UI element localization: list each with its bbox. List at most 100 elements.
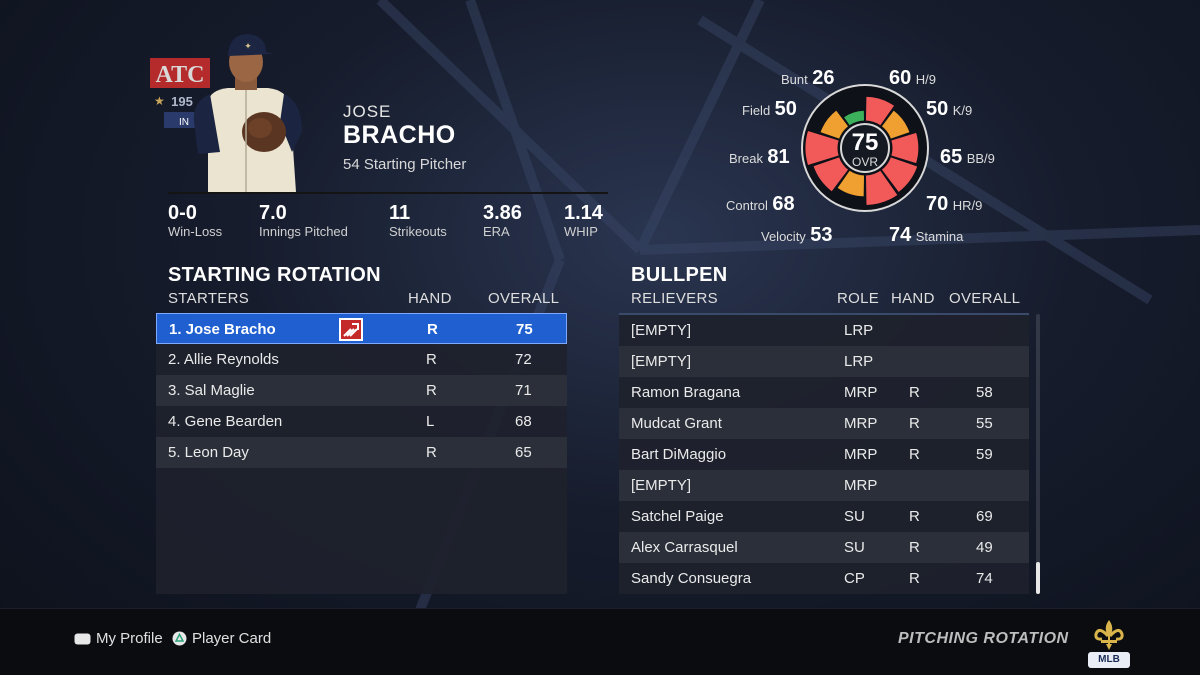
reliever-overall: 58: [976, 384, 993, 401]
stat-win-loss: 0-0 Win-Loss: [168, 202, 222, 239]
hot-streak-icon: [339, 318, 363, 341]
mlb-badge: MLB: [1088, 652, 1130, 668]
reliever-overall: 49: [976, 539, 993, 556]
col-overall: OVERALL: [949, 290, 1021, 307]
starter-overall: 71: [515, 382, 532, 399]
stat-era: 3.86 ERA: [483, 202, 522, 239]
rotation-list: 1. Jose Bracho R 75 2. Allie Reynolds R …: [156, 313, 567, 594]
reliever-hand: R: [909, 570, 920, 587]
reliever-name: Ramon Bragana: [631, 384, 741, 401]
starter-hand: R: [426, 382, 437, 399]
reliever-name: Alex Carrasquel: [631, 539, 738, 556]
rotation-row-4[interactable]: 4. Gene Bearden L 68: [156, 406, 567, 437]
reliever-role: MRP: [844, 415, 878, 432]
starter-hand: L: [426, 413, 435, 430]
reliever-name: Mudcat Grant: [631, 415, 722, 432]
reliever-overall: 59: [976, 446, 993, 463]
reliever-overall: 74: [976, 570, 993, 587]
reliever-role: CP: [844, 570, 865, 587]
bullpen-row-2[interactable]: [EMPTY] LRP: [619, 346, 1029, 377]
starter-overall: 65: [515, 444, 532, 461]
rotation-row-5[interactable]: 5. Leon Day R 65: [156, 437, 567, 468]
stat-whip: 1.14 WHIP: [564, 202, 603, 239]
player-card-hint[interactable]: Player Card: [172, 630, 271, 647]
player-last-name: BRACHO: [343, 121, 456, 149]
reliever-name: [EMPTY]: [631, 322, 692, 339]
screen-title: PITCHING ROTATION: [898, 630, 1069, 647]
rotation-row-2[interactable]: 2. Allie Reynolds R 72: [156, 344, 567, 375]
stat-label: Innings Pitched: [259, 224, 348, 239]
rotation-title: STARTING ROTATION: [168, 264, 381, 286]
bullpen-title: BULLPEN: [631, 264, 728, 286]
starter-name: 5. Leon Day: [168, 444, 249, 461]
starter-overall: 75: [516, 321, 533, 338]
player-number-position: 54 Starting Pitcher: [343, 156, 467, 173]
starter-hand: R: [426, 351, 437, 368]
stat-label: WHIP: [564, 224, 598, 239]
player-first-name: JOSE: [343, 102, 392, 121]
stat-value: 1.14: [564, 202, 603, 224]
col-hand: HAND: [408, 290, 452, 307]
rating-field: Field 50: [742, 98, 797, 120]
reliever-name: Bart DiMaggio: [631, 446, 727, 463]
starter-name: 3. Sal Maglie: [168, 382, 255, 399]
bullpen-row-9[interactable]: Sandy Consuegra CP R 74: [619, 563, 1029, 594]
stat-value: 3.86: [483, 202, 522, 224]
col-role: ROLE: [837, 290, 880, 307]
overall-rating: 75: [852, 129, 879, 156]
reliever-hand: R: [909, 446, 920, 463]
bullpen-row-4[interactable]: Mudcat Grant MRP R 55: [619, 408, 1029, 439]
reliever-name: [EMPTY]: [631, 477, 692, 494]
rating-stamina: 74 Stamina: [889, 224, 964, 246]
attribute-wheel: 75 OVR: [801, 84, 929, 212]
stat-label: Win-Loss: [168, 224, 223, 239]
rating-control: Control 68: [726, 193, 795, 215]
reliever-hand: R: [909, 415, 920, 432]
triangle-button-icon: [172, 631, 187, 646]
reliever-hand: R: [909, 508, 920, 525]
player-card-label: Player Card: [192, 630, 272, 647]
stat-label: ERA: [483, 224, 510, 239]
col-starters: STARTERS: [168, 290, 250, 307]
starter-name: 2. Allie Reynolds: [168, 351, 279, 368]
player-photo: ✦: [193, 34, 302, 192]
bullpen-row-3[interactable]: Ramon Bragana MRP R 58: [619, 377, 1029, 408]
stat-strikeouts: 11 Strikeouts: [389, 202, 447, 239]
reliever-hand: R: [909, 384, 920, 401]
rotation-row-1[interactable]: 1. Jose Bracho R 75: [156, 313, 567, 344]
bullpen-row-8[interactable]: Alex Carrasquel SU R 49: [619, 532, 1029, 563]
rating-bunt: Bunt 26: [781, 67, 835, 89]
bullpen-row-6[interactable]: [EMPTY] MRP: [619, 470, 1029, 501]
reliever-role: MRP: [844, 477, 878, 494]
bullpen-row-5[interactable]: Bart DiMaggio MRP R 59: [619, 439, 1029, 470]
my-profile-hint[interactable]: My Profile: [74, 630, 163, 647]
reliever-hand: R: [909, 539, 920, 556]
fleur-de-lis-icon: [1094, 620, 1124, 650]
overall-label: OVR: [852, 155, 878, 169]
rating-bb-per-9: 65 BB/9: [940, 146, 995, 168]
starter-name: 4. Gene Bearden: [168, 413, 283, 430]
stat-value: 0-0: [168, 202, 197, 224]
starter-hand: R: [427, 321, 438, 338]
bullpen-scrollbar-thumb[interactable]: [1036, 562, 1040, 594]
reliever-role: LRP: [844, 353, 874, 370]
reliever-role: MRP: [844, 384, 878, 401]
reliever-name: Sandy Consuegra: [631, 570, 752, 587]
reliever-name: Satchel Paige: [631, 508, 724, 525]
stat-label: Strikeouts: [389, 224, 447, 239]
bullpen-list: [EMPTY] LRP [EMPTY] LRP Ramon Bragana MR…: [619, 313, 1029, 594]
bullpen-row-7[interactable]: Satchel Paige SU R 69: [619, 501, 1029, 532]
rating-hr-per-9: 70 HR/9: [926, 193, 983, 215]
reliever-overall: 55: [976, 415, 993, 432]
my-profile-label: My Profile: [96, 630, 163, 647]
rating-k-per-9: 50 K/9: [926, 98, 973, 120]
svg-text:✦: ✦: [244, 41, 252, 51]
starter-hand: R: [426, 444, 437, 461]
reliever-role: LRP: [844, 322, 874, 339]
bullpen-scrollbar[interactable]: [1036, 314, 1040, 594]
stat-innings-pitched: 7.0 Innings Pitched: [259, 202, 348, 239]
bullpen-row-1[interactable]: [EMPTY] LRP: [619, 315, 1029, 346]
rotation-row-3[interactable]: 3. Sal Maglie R 71: [156, 375, 567, 406]
rating-hits-per-9: 60 H/9: [889, 67, 936, 89]
reliever-overall: 69: [976, 508, 993, 525]
